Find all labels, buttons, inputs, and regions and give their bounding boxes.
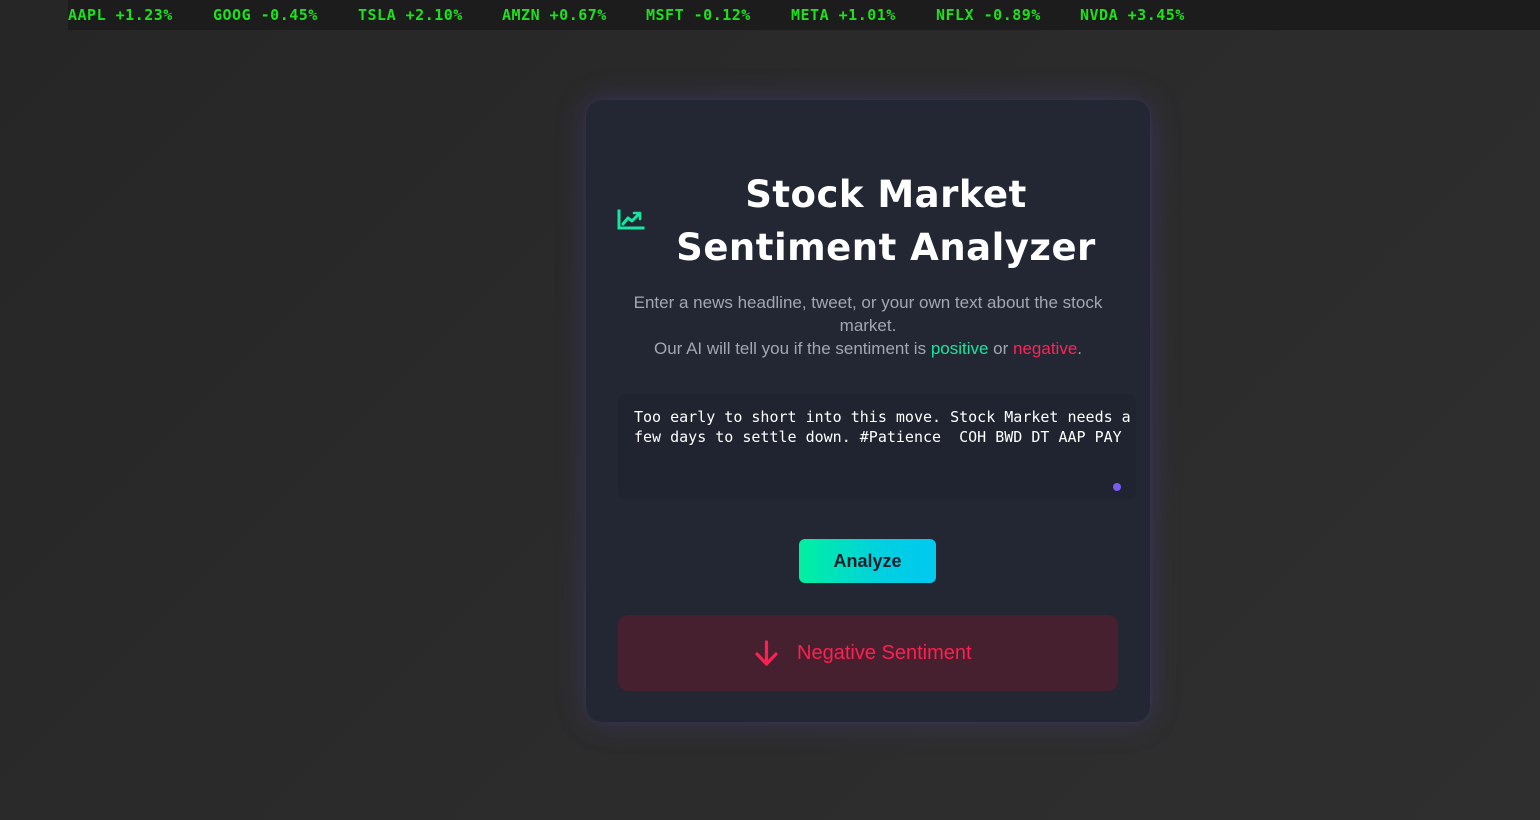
analyze-button[interactable]: Analyze xyxy=(799,539,936,583)
stock-ticker-bar: AAPL +1.23% GOOG -0.45% TSLA +2.10% AMZN… xyxy=(68,0,1540,30)
ticker-item-meta: META +1.01% xyxy=(791,6,896,24)
ticker-item-tsla: TSLA +2.10% xyxy=(358,6,463,24)
negative-keyword: negative xyxy=(1013,339,1078,358)
chart-line-icon xyxy=(617,208,645,232)
text-input-value[interactable]: Too early to short into this move. Stock… xyxy=(634,407,1134,447)
ticker-item-goog: GOOG -0.45% xyxy=(213,6,318,24)
title-line-1: Stock Market xyxy=(745,173,1027,216)
ticker-item-msft: MSFT -0.12% xyxy=(646,6,751,24)
sentiment-result-label: Negative Sentiment xyxy=(797,642,972,664)
ticker-item-nvda: NVDA +3.45% xyxy=(1080,6,1185,24)
description-line-2: Our AI will tell you if the sentiment is… xyxy=(653,339,1083,358)
page-title: Stock Market Sentiment Analyzer xyxy=(650,168,1122,274)
description: Enter a news headline, tweet, or your ow… xyxy=(616,291,1120,360)
ticker-item-aapl: AAPL +1.23% xyxy=(68,6,173,24)
ticker-item-amzn: AMZN +0.67% xyxy=(502,6,607,24)
arrow-down-icon xyxy=(754,640,779,667)
title-line-2: Sentiment Analyzer xyxy=(676,226,1096,269)
ticker-item-nflx: NFLX -0.89% xyxy=(936,6,1041,24)
description-line-1: Enter a news headline, tweet, or your ow… xyxy=(633,293,1103,335)
resize-handle[interactable] xyxy=(1113,483,1121,491)
positive-keyword: positive xyxy=(930,339,989,358)
